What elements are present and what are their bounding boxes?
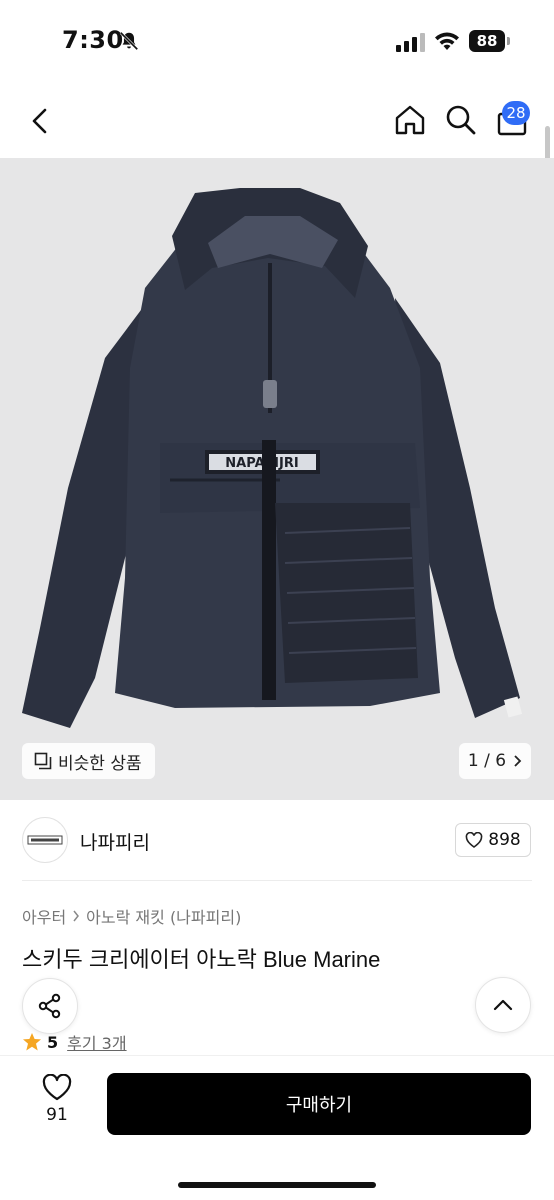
- similar-items-button[interactable]: 비슷한 상품: [22, 743, 155, 779]
- seller-row[interactable]: 나파피리 898: [0, 800, 554, 880]
- top-nav-bar: [0, 80, 554, 158]
- breadcrumb-subcategory[interactable]: 아노락 재킷 (나파피리): [86, 904, 241, 928]
- status-bar: 7:30 88: [0, 0, 554, 80]
- product-title: 스키두 크리에이터 아노락 Blue Marine: [22, 947, 381, 972]
- battery-tip: [507, 37, 510, 45]
- divider: [22, 880, 532, 881]
- image-counter[interactable]: 1 / 6: [459, 743, 531, 779]
- similar-items-icon: [34, 752, 52, 770]
- seller-like-count: 898: [488, 830, 521, 850]
- chevron-right-icon: [73, 910, 80, 922]
- wish-count: 91: [46, 1105, 68, 1125]
- chevron-right-icon: [514, 755, 522, 767]
- star-icon: [23, 1033, 41, 1051]
- seller-avatar[interactable]: [22, 817, 68, 863]
- review-count-link[interactable]: 후기 3개: [67, 1030, 126, 1054]
- chevron-up-icon: [493, 999, 513, 1011]
- brand-logo-icon: [27, 835, 63, 845]
- similar-items-label: 비슷한 상품: [58, 753, 142, 774]
- image-counter-text: 1 / 6: [467, 751, 507, 771]
- wifi-icon: [435, 32, 459, 50]
- buy-button[interactable]: 구매하기: [107, 1073, 531, 1135]
- seller-name[interactable]: 나파피리: [80, 828, 150, 855]
- share-icon: [38, 993, 61, 1019]
- breadcrumb-category[interactable]: 아우터: [22, 904, 66, 928]
- back-arrow-icon[interactable]: [22, 102, 56, 140]
- bell-slash-icon: [119, 31, 139, 51]
- rating-value: 5: [47, 1032, 59, 1052]
- cart-count-badge: 28: [502, 101, 530, 125]
- share-button[interactable]: [22, 978, 78, 1034]
- wish-button[interactable]: 91: [34, 1074, 80, 1134]
- signal-icon: [396, 33, 425, 52]
- heart-icon: [465, 832, 483, 848]
- home-indicator: [178, 1182, 376, 1188]
- home-icon[interactable]: [392, 102, 428, 138]
- rating-row: 5 후기 3개: [22, 1030, 127, 1054]
- seller-like-button[interactable]: 898: [455, 823, 531, 857]
- status-time: 7:30: [62, 26, 124, 54]
- breadcrumb: 아우터 아노락 재킷 (나파피리): [22, 904, 241, 928]
- battery-indicator: 88: [469, 30, 505, 52]
- search-icon[interactable]: [443, 102, 479, 138]
- product-image[interactable]: NAPAPIJRI: [0, 158, 554, 800]
- heart-icon: [42, 1074, 72, 1101]
- jacket-illustration: NAPAPIJRI: [22, 188, 523, 728]
- scroll-to-top-button[interactable]: [475, 977, 531, 1033]
